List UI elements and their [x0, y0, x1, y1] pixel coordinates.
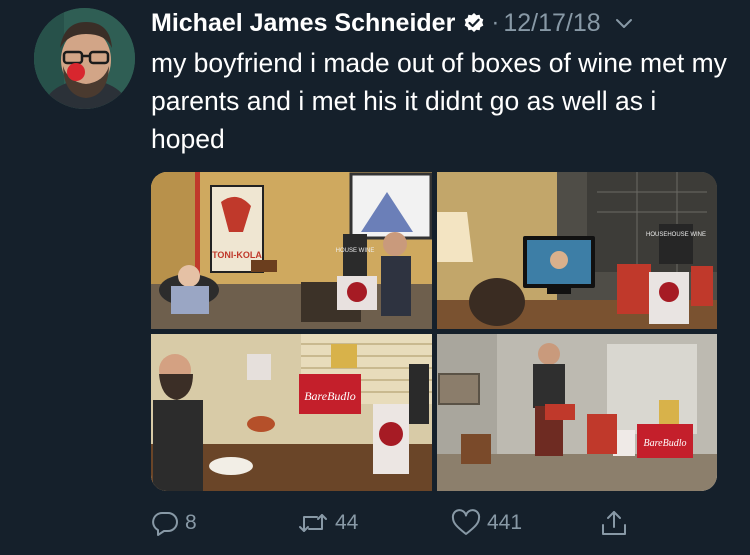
- author-name[interactable]: Michael James Schneider: [151, 9, 455, 38]
- reply-icon: [151, 509, 179, 537]
- tweet-text: my boyfriend i made out of boxes of wine…: [151, 48, 727, 154]
- tweet-actions: 8 44 441: [151, 506, 651, 540]
- header-separator: ·: [491, 9, 500, 36]
- share-icon: [599, 508, 629, 538]
- tweet-date[interactable]: 12/17/18: [503, 9, 600, 38]
- wine-box-text: HOUSE WINE: [336, 248, 375, 254]
- share-button[interactable]: [599, 506, 629, 540]
- retweet-button[interactable]: 44: [297, 506, 358, 540]
- like-count: 441: [487, 511, 523, 534]
- photo-1[interactable]: TONI-KOLA HOUSE WINE: [151, 172, 432, 329]
- photo-3[interactable]: BareBudlo: [151, 334, 432, 491]
- box-script-text: BareBudlo: [304, 389, 356, 403]
- photo-2[interactable]: HOUSEHOUSE WINE: [437, 172, 717, 329]
- author-avatar[interactable]: [34, 8, 135, 109]
- retweet-count: 44: [335, 511, 359, 534]
- poster-text: TONI-KOLA: [212, 250, 262, 260]
- chevron-down-icon[interactable]: [613, 12, 635, 34]
- retweet-icon: [297, 509, 329, 537]
- wine-box-text-2: HOUSEHOUSE WINE: [646, 232, 706, 238]
- heart-icon: [451, 509, 481, 537]
- verified-badge-icon: [463, 12, 485, 34]
- reply-button[interactable]: 8: [151, 506, 197, 540]
- tweet-header: Michael James Schneider · 12/17/18: [151, 6, 736, 40]
- photo-4[interactable]: BareBudlo: [437, 334, 717, 491]
- reply-count: 8: [185, 511, 197, 534]
- like-button[interactable]: 441: [451, 506, 522, 540]
- tweet-media-grid: TONI-KOLA HOUSE WINE HOUSEHOUSE WINE Bar…: [151, 172, 717, 491]
- box-script-text-2: BareBudlo: [644, 438, 687, 449]
